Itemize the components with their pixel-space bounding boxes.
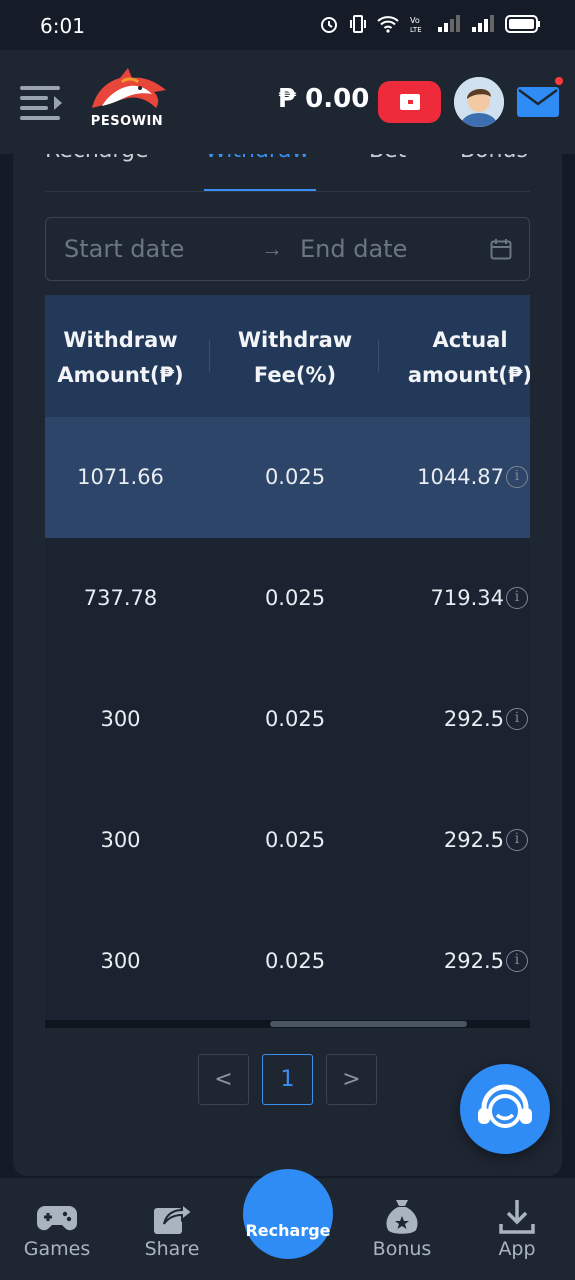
wifi-icon (377, 16, 399, 33)
cell-amount: 300 (100, 707, 141, 731)
status-bar: 6:01 Vo LTE (0, 0, 575, 50)
vibrate-icon (350, 15, 366, 33)
signal-icon-2 (472, 15, 494, 32)
nav-bonus-label: Bonus (372, 1238, 432, 1260)
cell-actual: 292.5 (443, 828, 504, 852)
cell-fee: 0.025 (264, 465, 326, 489)
share-icon (154, 1201, 192, 1234)
record-tabs: Recharge Withdraw Bet Bonus (45, 154, 530, 192)
calendar-icon[interactable] (490, 238, 512, 260)
cell-fee: 0.025 (264, 586, 326, 610)
cell-fee: 0.025 (264, 949, 326, 973)
column-divider (209, 340, 210, 372)
date-range-picker[interactable]: Start date → End date (45, 217, 530, 281)
active-tab-indicator (204, 189, 316, 191)
money-bag-icon (386, 1200, 418, 1234)
nav-app-label: App (498, 1238, 536, 1260)
start-date-input[interactable]: Start date (64, 235, 184, 263)
tab-recharge[interactable]: Recharge (45, 154, 149, 163)
notification-dot (555, 77, 563, 85)
col-header-withdraw-fee: Withdraw Fee(%) (237, 328, 353, 387)
status-time: 6:01 (40, 14, 85, 38)
records-card: Recharge Withdraw Bet Bonus Start date →… (13, 154, 562, 1176)
cell-actual: 292.5 (443, 707, 504, 731)
table-row[interactable]: 737.78 0.025 719.34 i (45, 538, 530, 659)
pesowin-logo[interactable]: PESOWIN (82, 64, 172, 144)
gamepad-icon (37, 1206, 77, 1231)
end-date-input[interactable]: End date (300, 235, 407, 263)
col-header-withdraw-amount: Withdraw Amount(₱) (57, 328, 184, 387)
nav-share[interactable]: Share (122, 1178, 222, 1280)
prev-page-button[interactable]: < (198, 1054, 249, 1105)
customer-support-button[interactable] (460, 1064, 550, 1154)
nav-app[interactable]: App (467, 1178, 567, 1280)
battery-icon (505, 15, 540, 33)
volte-icon: VoLTE (410, 16, 422, 34)
menu-icon[interactable] (20, 84, 64, 120)
info-icon[interactable]: i (506, 587, 528, 609)
cell-fee: 0.025 (264, 828, 326, 852)
cell-actual: 1044.87 (417, 465, 504, 489)
download-icon (499, 1200, 535, 1234)
user-avatar-icon (454, 77, 504, 127)
svg-text:LTE: LTE (410, 26, 422, 34)
nav-share-label: Share (144, 1238, 200, 1260)
balance-amount: ₱ 0.00 (278, 84, 370, 114)
headset-icon (478, 1084, 532, 1128)
tab-bet[interactable]: Bet (369, 154, 406, 163)
nav-bonus[interactable]: Bonus (352, 1178, 452, 1280)
wallet-button[interactable] (378, 81, 441, 123)
scrollbar-thumb[interactable] (270, 1021, 467, 1027)
info-icon[interactable]: i (506, 708, 528, 730)
nav-games[interactable]: Games (7, 1178, 107, 1280)
cell-amount: 300 (100, 949, 141, 973)
cell-amount: 1071.66 (77, 465, 164, 489)
table-row[interactable]: 300 0.025 292.5 i (45, 659, 530, 780)
nav-games-label: Games (23, 1238, 91, 1260)
cell-amount: 737.78 (83, 586, 158, 610)
avatar[interactable] (454, 77, 504, 127)
withdraw-records-table: Withdraw Amount(₱) Withdraw Fee(%) Actua… (45, 295, 530, 1028)
mail-icon[interactable] (516, 85, 560, 119)
tab-withdraw[interactable]: Withdraw (205, 154, 309, 163)
page-1-button[interactable]: 1 (262, 1054, 313, 1105)
arrow-right-icon: → (261, 236, 283, 261)
info-icon[interactable]: i (506, 466, 528, 488)
next-page-button[interactable]: > (326, 1054, 377, 1105)
logo-text: PESOWIN (90, 114, 164, 129)
wallet-icon (400, 94, 420, 110)
table-row[interactable]: 300 0.025 292.5 i (45, 901, 530, 1022)
svg-text:Vo: Vo (410, 16, 420, 25)
horizontal-scrollbar[interactable] (45, 1020, 530, 1028)
cell-amount: 300 (100, 828, 141, 852)
table-row[interactable]: 300 0.025 292.5 i (45, 780, 530, 901)
cell-fee: 0.025 (264, 707, 326, 731)
alarm-icon (321, 17, 337, 33)
nav-recharge-label: Recharge (245, 1221, 331, 1240)
cell-actual: 292.5 (443, 949, 504, 973)
info-icon[interactable]: i (506, 829, 528, 851)
horse-logo-icon (92, 68, 166, 108)
app-header: PESOWIN ₱ 0.00 (0, 50, 575, 154)
cell-actual: 719.34 (430, 586, 504, 610)
tab-bonus[interactable]: Bonus (460, 154, 528, 163)
table-header: Withdraw Amount(₱) Withdraw Fee(%) Actua… (45, 295, 530, 417)
table-row[interactable]: 1071.66 0.025 1044.87 i (45, 417, 530, 538)
signal-icon (438, 15, 460, 32)
column-divider (378, 340, 379, 372)
info-icon[interactable]: i (506, 950, 528, 972)
status-icons: Vo LTE (319, 14, 541, 34)
col-header-actual-amount: Actual amount(₱) (407, 328, 530, 387)
nav-recharge-button[interactable]: Recharge (243, 1169, 333, 1259)
